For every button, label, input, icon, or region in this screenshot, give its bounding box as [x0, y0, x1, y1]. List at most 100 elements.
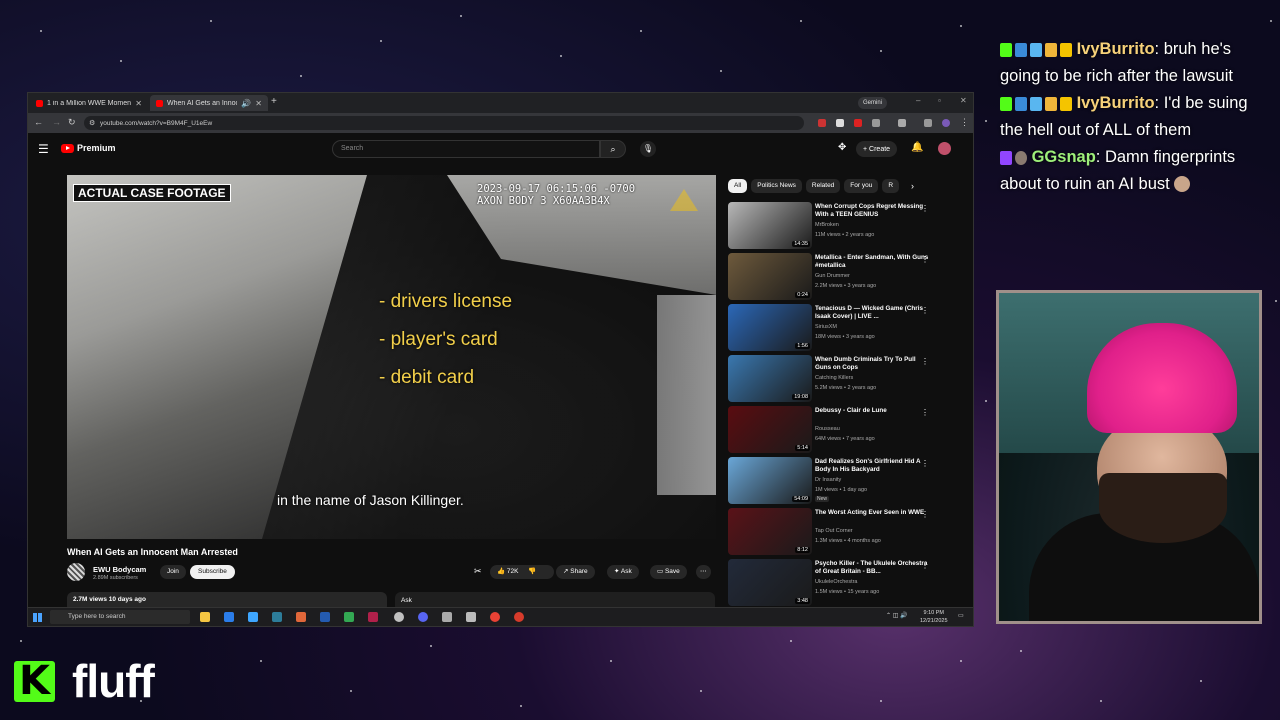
obs-icon[interactable] [394, 612, 404, 622]
recommendation-title[interactable]: Debussy - Clair de Lune [815, 407, 930, 415]
app-icon[interactable] [272, 612, 282, 622]
close-tab-icon[interactable]: ✕ [135, 99, 142, 108]
recommendation-channel[interactable]: Gun Drummer [815, 273, 850, 279]
store-icon[interactable] [248, 612, 258, 622]
app-icon[interactable] [368, 612, 378, 622]
recommendation-title[interactable]: Dad Realizes Son's Girlfriend Hid A Body… [815, 458, 930, 474]
share-button[interactable]: ↗ Share [556, 565, 595, 579]
video-thumbnail[interactable]: 3:48 [728, 559, 812, 606]
video-thumbnail[interactable]: 19:08 [728, 355, 812, 402]
recommendation-title[interactable]: When Dumb Criminals Try To Pull Guns on … [815, 356, 930, 372]
microphone-icon[interactable]: 🎙 [640, 141, 656, 157]
extension-icon[interactable] [818, 119, 826, 127]
recommendation-title[interactable]: Metallica - Enter Sandman, With Guns #me… [815, 254, 930, 270]
tab-active-video[interactable]: When AI Gets an Innocent 🔊 ✕ [150, 95, 268, 111]
discord-icon[interactable] [418, 612, 428, 622]
more-options-icon[interactable]: ⋮ [921, 204, 929, 213]
recommendation-item[interactable]: 3:48 Psycho Killer - The Ukulele Orchestr… [728, 559, 938, 607]
taskbar-search-input[interactable]: Type here to search [50, 610, 190, 624]
recommendation-channel[interactable]: MrBroken [815, 222, 839, 228]
app-icon[interactable] [442, 612, 452, 622]
cast-icon[interactable]: ✥ [838, 142, 846, 153]
more-actions-icon[interactable]: ⋯ [696, 565, 711, 579]
more-options-icon[interactable]: ⋮ [921, 255, 929, 264]
sidebar-toggle-icon[interactable] [898, 119, 906, 127]
more-options-icon[interactable]: ⋮ [921, 459, 929, 468]
maximize-icon[interactable]: ▫ [938, 96, 941, 105]
video-player[interactable]: ACTUAL CASE FOOTAGE 2023-09-17 06:15:06 … [67, 175, 716, 539]
app-icon[interactable] [514, 612, 524, 622]
extension-icon[interactable] [854, 119, 862, 127]
hamburger-menu-icon[interactable]: ☰ [38, 142, 49, 156]
firefox-icon[interactable] [296, 612, 306, 622]
recommendation-title[interactable]: Tenacious D — Wicked Game (Chris Isaak C… [815, 305, 930, 321]
extension-icon[interactable] [836, 119, 844, 127]
chip-politics-news[interactable]: Politics News [751, 179, 802, 193]
app-icon[interactable] [320, 612, 330, 622]
close-tab-icon[interactable]: ✕ [255, 99, 262, 108]
recommendation-item[interactable]: 19:08 When Dumb Criminals Try To Pull Gun… [728, 355, 938, 403]
notification-center-icon[interactable]: ▭ [958, 612, 964, 619]
join-button[interactable]: Join [160, 565, 186, 579]
recommendation-item[interactable]: 1:56 Tenacious D — Wicked Game (Chris Isa… [728, 304, 938, 352]
video-thumbnail[interactable]: 1:56 [728, 304, 812, 351]
minimize-icon[interactable]: – [916, 96, 920, 105]
video-thumbnail[interactable]: 54:09 [728, 457, 812, 504]
video-thumbnail[interactable]: 5:14 [728, 406, 812, 453]
channel-name[interactable]: EWU Bodycam [93, 565, 146, 574]
chip-all[interactable]: All [728, 179, 748, 193]
notifications-bell-icon[interactable]: 🔔 [911, 142, 923, 153]
more-options-icon[interactable]: ⋮ [921, 357, 929, 366]
browser-menu-icon[interactable]: ⋮ [960, 117, 969, 128]
close-window-icon[interactable]: ✕ [960, 96, 967, 105]
reload-icon[interactable]: ↻ [68, 117, 76, 128]
video-thumbnail[interactable]: 8:12 [728, 508, 812, 555]
channel-avatar[interactable] [67, 563, 85, 581]
more-options-icon[interactable]: ⋮ [921, 510, 929, 519]
profile-icon[interactable] [942, 119, 950, 127]
chip-for-you[interactable]: For you [844, 179, 879, 193]
recommendation-channel[interactable]: UkuleleOrchestra [815, 579, 858, 585]
new-tab-icon[interactable]: + [271, 96, 277, 107]
recommendation-title[interactable]: When Corrupt Cops Regret Messing With a … [815, 203, 930, 219]
more-options-icon[interactable]: ⋮ [921, 561, 929, 570]
system-tray-icons[interactable]: ⌃ ◫ 🔊 [886, 612, 908, 619]
recommendation-channel[interactable]: SiriusXM [815, 324, 837, 330]
recommendation-channel[interactable]: Rousseau [815, 426, 840, 432]
extension-icon[interactable] [872, 119, 880, 127]
youtube-premium-logo[interactable]: Premium [61, 143, 116, 153]
create-button[interactable]: + Create [856, 141, 898, 157]
chrome-icon[interactable] [490, 612, 500, 622]
forward-icon[interactable]: → [52, 117, 61, 127]
site-info-icon[interactable]: ⚙ [89, 119, 95, 127]
recommendation-item[interactable]: 0:24 Metallica - Enter Sandman, With Guns… [728, 253, 938, 301]
windows-start-icon[interactable] [33, 613, 42, 622]
more-options-icon[interactable]: ⋮ [921, 408, 929, 417]
excel-icon[interactable] [344, 612, 354, 622]
account-avatar[interactable] [938, 142, 951, 155]
app-icon[interactable] [466, 612, 476, 622]
url-field[interactable]: ⚙ youtube.com/watch?v=B9M4F_U1eEw [84, 116, 804, 130]
edge-icon[interactable] [224, 612, 234, 622]
dislike-icon[interactable]: 👎 [528, 568, 536, 575]
chip-truncated[interactable]: R [882, 179, 900, 193]
subscribe-button[interactable]: Subscribe [190, 565, 235, 579]
video-thumbnail[interactable]: 0:24 [728, 253, 812, 300]
recommendation-item[interactable]: 54:09 Dad Realizes Son's Girlfriend Hid A… [728, 457, 938, 505]
recommendation-title[interactable]: Psycho Killer - The Ukulele Orchestra of… [815, 560, 930, 576]
back-icon[interactable]: ← [34, 117, 43, 127]
recommendation-channel[interactable]: Tap Out Corner [815, 528, 853, 534]
extensions-icon[interactable] [924, 119, 932, 127]
file-explorer-icon[interactable] [200, 612, 210, 622]
speaker-icon[interactable]: 🔊 [241, 99, 251, 108]
video-thumbnail[interactable]: 14:35 [728, 202, 812, 249]
recommendation-item[interactable]: 8:12 The Worst Acting Ever Seen in WWE Tap… [728, 508, 938, 556]
gemini-button[interactable]: Gemini [858, 97, 888, 109]
recommendation-item[interactable]: 5:14 Debussy - Clair de Lune Rousseau 64M v… [728, 406, 938, 454]
recommendation-title[interactable]: The Worst Acting Ever Seen in WWE [815, 509, 930, 517]
recommendation-channel[interactable]: Dr Insanity [815, 477, 841, 483]
like-icon[interactable]: 👍 [497, 568, 507, 575]
taskbar-clock[interactable]: 9:10 PM 12/21/2025 [920, 609, 948, 625]
like-count[interactable]: 72K [507, 568, 519, 575]
chevron-right-icon[interactable]: › [911, 181, 914, 191]
